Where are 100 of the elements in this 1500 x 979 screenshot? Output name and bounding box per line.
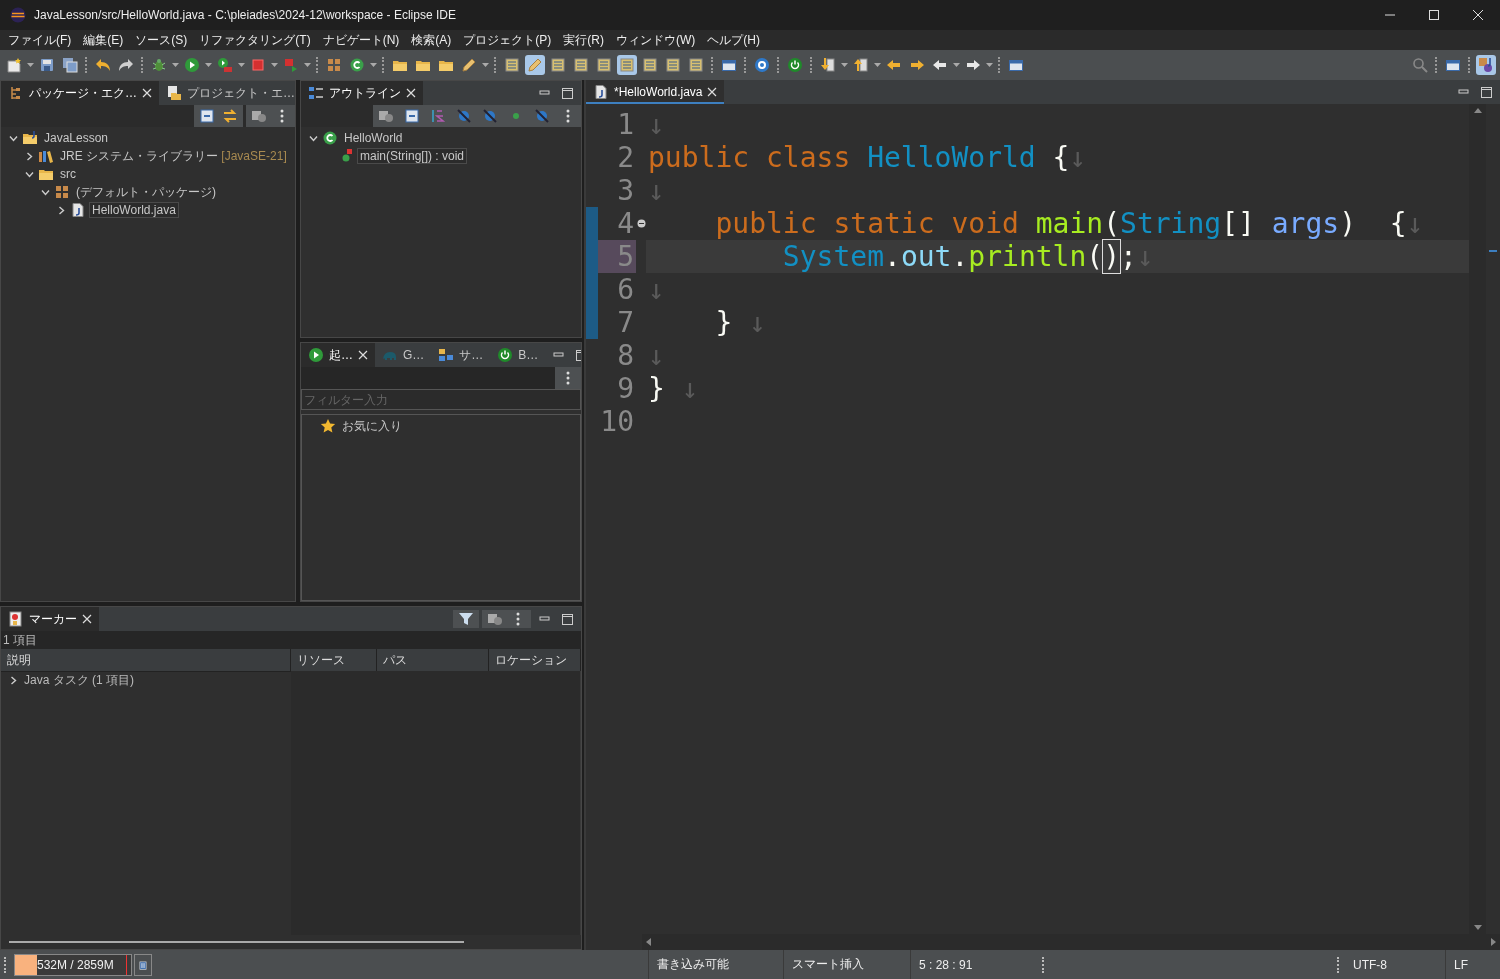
caret-icon[interactable] xyxy=(27,63,34,67)
editor-tab[interactable]: *HelloWorld.java xyxy=(586,80,725,104)
tree-item[interactable]: main(String[]) : void xyxy=(358,149,467,163)
view-tab[interactable]: B… xyxy=(490,343,546,367)
scrollbar-thumb[interactable] xyxy=(9,941,464,943)
list-button[interactable] xyxy=(686,55,706,75)
code-line: } ↓ xyxy=(648,372,699,405)
scroll-left-icon[interactable] xyxy=(646,938,651,946)
menu-item[interactable]: 検索(A) xyxy=(405,31,458,49)
hide-icon[interactable] xyxy=(456,108,472,124)
garbage-collect-button[interactable] xyxy=(134,953,152,976)
line-delimiter[interactable]: LF xyxy=(1454,957,1468,972)
chevron-down-icon[interactable] xyxy=(25,169,34,179)
scroll-down-icon[interactable] xyxy=(1473,925,1482,930)
tree-item[interactable]: src xyxy=(58,167,78,181)
tree-item[interactable]: (デフォルト・パッケージ) xyxy=(74,183,218,201)
link-arrows-icon[interactable] xyxy=(222,108,238,124)
caret-icon[interactable] xyxy=(304,63,311,67)
column-header[interactable]: ロケーション xyxy=(489,649,581,672)
power-button[interactable] xyxy=(785,55,805,75)
close-icon[interactable] xyxy=(358,350,368,360)
menu-item[interactable]: ヘルプ(H) xyxy=(701,31,766,49)
scroll-right-icon[interactable] xyxy=(1491,938,1496,946)
tree-item[interactable]: JavaLesson xyxy=(42,131,111,145)
list-button[interactable] xyxy=(640,55,660,75)
caret-icon[interactable] xyxy=(238,63,245,67)
stop-icon xyxy=(250,57,266,73)
maximize-icon[interactable] xyxy=(562,613,573,625)
close-icon[interactable] xyxy=(82,614,92,624)
chevron-down-icon[interactable] xyxy=(9,133,18,143)
view-tab[interactable]: G… xyxy=(375,343,432,367)
tree-item[interactable]: HelloWorld xyxy=(342,131,405,145)
caret-icon[interactable] xyxy=(953,63,960,67)
hide-icon[interactable] xyxy=(534,108,550,124)
up-arrow-button[interactable] xyxy=(851,55,871,75)
code-line: ↓ xyxy=(648,108,665,141)
table-row[interactable]: Java タスク (1 項目) xyxy=(24,671,134,689)
column-header[interactable]: リソース xyxy=(291,649,377,672)
chevron-right-icon[interactable] xyxy=(25,151,34,161)
chevron-right-icon[interactable] xyxy=(57,205,66,215)
menu-item[interactable]: 編集(E) xyxy=(77,31,130,49)
menu-item[interactable]: 実行(R) xyxy=(557,31,610,49)
down-arrow-button[interactable] xyxy=(818,55,838,75)
close-icon[interactable] xyxy=(707,87,718,97)
list-button[interactable] xyxy=(502,55,522,75)
view-tab[interactable]: サ… xyxy=(431,343,491,367)
gear-button[interactable] xyxy=(752,55,772,75)
menu-item[interactable]: ナビゲート(N) xyxy=(316,31,406,49)
close-icon[interactable] xyxy=(1472,9,1484,21)
view-tab[interactable]: マーカー xyxy=(1,607,99,631)
search-icon xyxy=(1412,57,1428,73)
menu-item[interactable]: ソース(S) xyxy=(129,31,194,49)
chevron-down-icon[interactable] xyxy=(41,187,50,197)
gear-icon xyxy=(754,57,770,73)
hide-icon[interactable] xyxy=(482,108,498,124)
menu-item[interactable]: リファクタリング(T) xyxy=(193,31,317,49)
tree-item[interactable]: HelloWorld.java xyxy=(90,203,178,217)
collapse-icon[interactable] xyxy=(404,108,420,124)
scroll-up-icon[interactable] xyxy=(1473,108,1482,113)
caret-icon[interactable] xyxy=(986,63,993,67)
caret-icon[interactable] xyxy=(874,63,881,67)
caret-icon[interactable] xyxy=(482,63,489,67)
play-button[interactable] xyxy=(182,55,202,75)
caret-icon[interactable] xyxy=(370,63,377,67)
column-header[interactable]: 説明 xyxy=(1,649,291,672)
chevron-right-icon[interactable] xyxy=(9,675,18,685)
caret-icon[interactable] xyxy=(841,63,848,67)
servers-icon xyxy=(438,347,455,363)
search-button[interactable] xyxy=(1410,55,1430,75)
caret-icon[interactable] xyxy=(271,63,278,67)
window-icon xyxy=(1008,57,1024,73)
maximize-icon[interactable] xyxy=(562,87,573,99)
list-button[interactable] xyxy=(548,55,568,75)
close-icon[interactable] xyxy=(142,88,152,98)
menu-item[interactable]: プロジェクト(P) xyxy=(457,31,558,49)
maximize-icon[interactable] xyxy=(1428,9,1440,21)
column-header[interactable]: パス xyxy=(377,649,489,672)
file-encoding[interactable]: UTF-8 xyxy=(1353,957,1387,972)
collapse-icon[interactable] xyxy=(199,108,215,124)
menu-item[interactable]: ウィンドウ(W) xyxy=(610,31,702,49)
view-tab[interactable]: 起… xyxy=(301,343,375,367)
list-button[interactable] xyxy=(571,55,591,75)
chevron-down-icon[interactable] xyxy=(309,133,318,143)
caret-icon[interactable] xyxy=(205,63,212,67)
disks-button[interactable] xyxy=(60,55,80,75)
view-tab[interactable]: アウトライン xyxy=(301,81,423,105)
funnel-icon[interactable] xyxy=(458,611,474,627)
fold-icon[interactable] xyxy=(636,219,646,228)
tree-item[interactable]: JRE システム・ライブラリー [JavaSE-21] xyxy=(58,147,289,165)
caret-icon[interactable] xyxy=(172,63,179,67)
play-toolbox-button[interactable] xyxy=(215,55,235,75)
menu-item[interactable]: ファイル(F) xyxy=(2,31,78,49)
perspective-button[interactable] xyxy=(1476,55,1496,75)
list-button[interactable] xyxy=(594,55,614,75)
view-tab[interactable]: プロジェクト・エ… xyxy=(159,81,295,105)
list-item[interactable]: お気に入り xyxy=(340,417,404,435)
maximize-icon[interactable] xyxy=(1481,86,1492,98)
list-button[interactable] xyxy=(663,55,683,75)
close-icon[interactable] xyxy=(406,88,416,98)
view-tab[interactable]: パッケージ・エク… xyxy=(1,81,159,105)
